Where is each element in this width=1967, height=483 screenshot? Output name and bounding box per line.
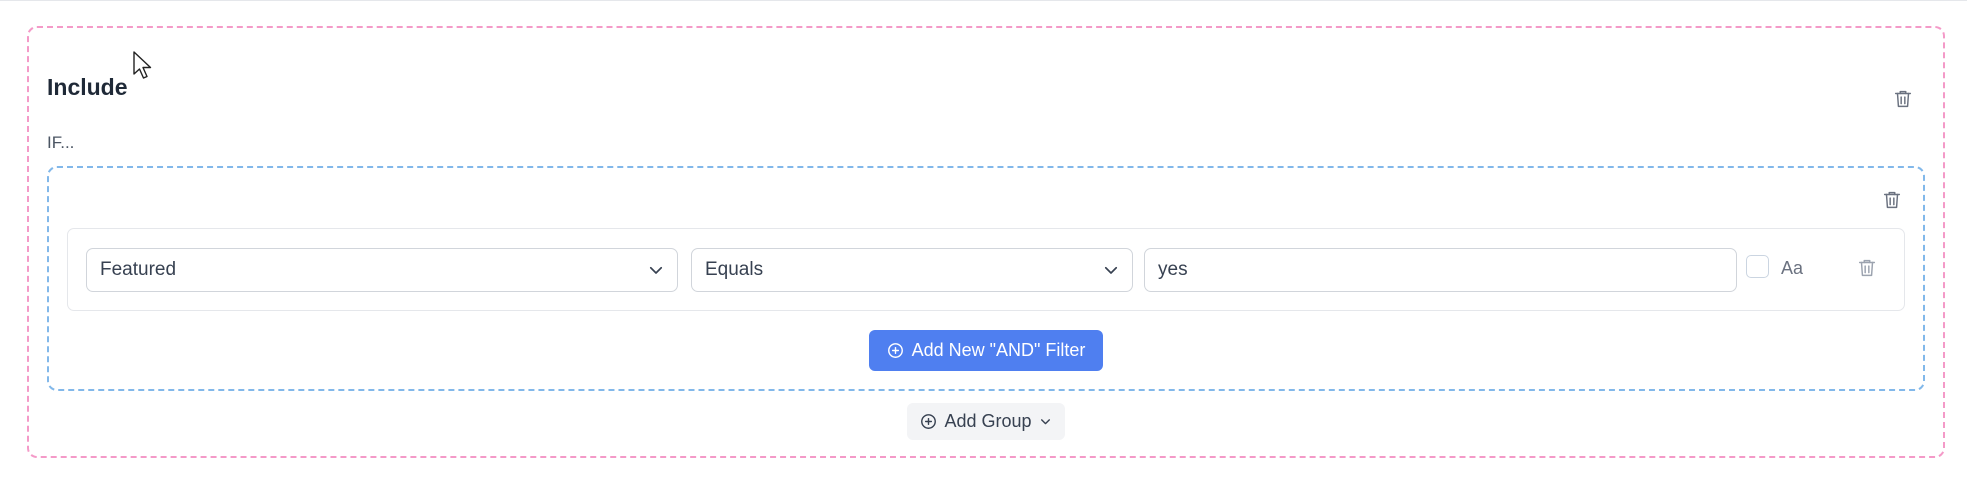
operator-select-value: Equals [705,259,764,280]
trash-icon [1858,259,1876,277]
trash-icon [1883,191,1901,209]
delete-filter-button[interactable] [1855,255,1879,281]
filter-value-input[interactable] [1144,248,1737,292]
case-sensitive-label: Aa [1781,258,1804,278]
chevron-down-icon [1040,419,1050,425]
trash-icon [1894,90,1912,108]
chevron-down-icon [1104,266,1118,274]
chevron-down-icon [649,266,663,274]
top-divider [0,0,1967,1]
plus-circle-icon [887,343,903,358]
add-group-button[interactable]: Add Group [907,403,1065,440]
case-sensitive-checkbox[interactable] [1746,255,1769,278]
add-and-filter-label: Add New "AND" Filter [911,340,1086,360]
operator-select[interactable]: Equals [691,248,1133,292]
add-group-label: Add Group [944,411,1032,431]
field-select-value: Featured [100,259,177,280]
plus-circle-icon [921,414,937,429]
field-select[interactable]: Featured [86,248,678,292]
mouse-pointer-icon [133,51,152,79]
delete-include-button[interactable] [1891,86,1915,112]
if-label: IF... [47,133,75,152]
add-and-filter-button[interactable]: Add New "AND" Filter [869,330,1103,371]
delete-group-button[interactable] [1880,187,1904,213]
include-title: Include [47,74,128,100]
